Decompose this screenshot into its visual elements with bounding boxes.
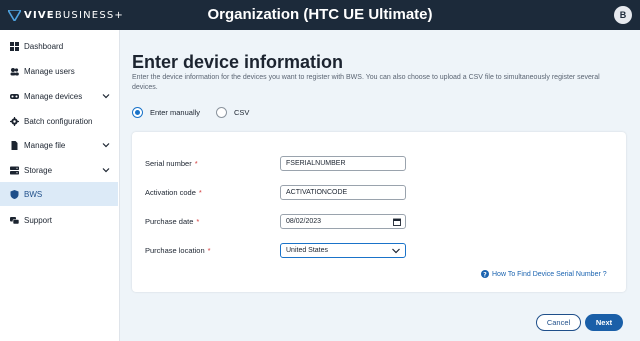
field-label-text: Serial number (145, 159, 192, 168)
page-description: Enter the device information for the dev… (132, 74, 600, 91)
chevron-down-icon (102, 94, 110, 99)
activation-code-input[interactable]: ACTIVATIONCODE (280, 185, 406, 200)
field-label-text: Activation code (145, 188, 196, 197)
chevron-down-icon (102, 168, 110, 173)
chevron-down-icon (102, 143, 110, 148)
purchase-location-label: Purchase location * (145, 246, 211, 255)
field-label-text: Purchase date (145, 217, 194, 226)
user-avatar[interactable]: B (614, 6, 632, 24)
sidebar-item-label: BWS (24, 189, 43, 199)
radio-enter-manually[interactable]: Enter manually (132, 107, 200, 118)
purchase-location-select[interactable]: United States (280, 243, 406, 258)
calendar-icon[interactable] (393, 218, 401, 226)
serial-number-input[interactable]: FSERIALNUMBER (280, 156, 406, 171)
shield-icon (10, 189, 19, 199)
sidebar-item-bws[interactable]: BWS (0, 182, 118, 206)
sidebar-item-support[interactable]: Support (0, 208, 118, 232)
required-mark: * (196, 217, 200, 226)
sidebar-item-label: Manage devices (24, 91, 83, 101)
serial-number-label: Serial number * (145, 159, 198, 168)
radio-csv[interactable]: CSV (216, 107, 249, 118)
field-label-text: Purchase location (145, 246, 205, 255)
page-title: Enter device information (132, 52, 344, 72)
next-button[interactable]: Next (585, 314, 623, 331)
required-mark: * (207, 246, 211, 255)
purchase-location-value: United States (286, 247, 329, 254)
sidebar-item-label: Support (24, 215, 53, 225)
activation-code-label: Activation code * (145, 188, 202, 197)
sidebar-item-label: Storage (24, 165, 53, 175)
purchase-date-value: 08/02/2023 (286, 218, 322, 225)
headset-icon (10, 93, 19, 99)
sidebar-item-label: Manage file (24, 140, 66, 150)
radio-label: Enter manually (150, 108, 201, 117)
storage-icon (10, 166, 19, 174)
radio-button-checked[interactable] (132, 107, 143, 118)
purchase-date-label: Purchase date * (145, 217, 199, 226)
required-mark: * (194, 159, 198, 168)
file-icon (11, 140, 18, 150)
radio-button-unchecked[interactable] (216, 107, 227, 118)
sidebar-item-label: Batch configuration (24, 116, 93, 126)
gear-icon (10, 116, 19, 126)
support-icon (10, 216, 19, 224)
help-icon: ? (481, 270, 489, 278)
organization-title: Organization (HTC UE Ultimate) (207, 6, 433, 23)
sidebar-item-label: Manage users (24, 66, 75, 76)
sidebar-item-manage-devices[interactable]: Manage devices (0, 84, 118, 108)
required-mark: * (198, 188, 202, 197)
sidebar-item-batch-configuration[interactable]: Batch configuration (0, 109, 118, 133)
help-link-text: How To Find Device Serial Number ? (492, 270, 607, 278)
cancel-button[interactable]: Cancel (536, 314, 581, 331)
purchase-date-input[interactable]: 08/02/2023 (280, 214, 406, 229)
sidebar-item-label: Dashboard (24, 41, 64, 51)
dashboard-icon (10, 41, 19, 51)
radio-label: CSV (234, 108, 250, 117)
users-icon (10, 67, 19, 75)
sidebar: Dashboard Manage users Manage devices Ba… (0, 30, 120, 341)
sidebar-item-manage-users[interactable]: Manage users (0, 59, 118, 83)
sidebar-item-storage[interactable]: Storage (0, 158, 118, 182)
sidebar-item-manage-file[interactable]: Manage file (0, 133, 118, 157)
svg-text:?: ? (483, 271, 487, 278)
find-serial-number-link[interactable]: ? How To Find Device Serial Number ? (481, 270, 607, 278)
top-bar: VIVEBUSINESS+ Organization (HTC UE Ultim… (0, 0, 640, 30)
sidebar-item-dashboard[interactable]: Dashboard (0, 34, 118, 58)
chevron-down-icon (392, 248, 400, 254)
